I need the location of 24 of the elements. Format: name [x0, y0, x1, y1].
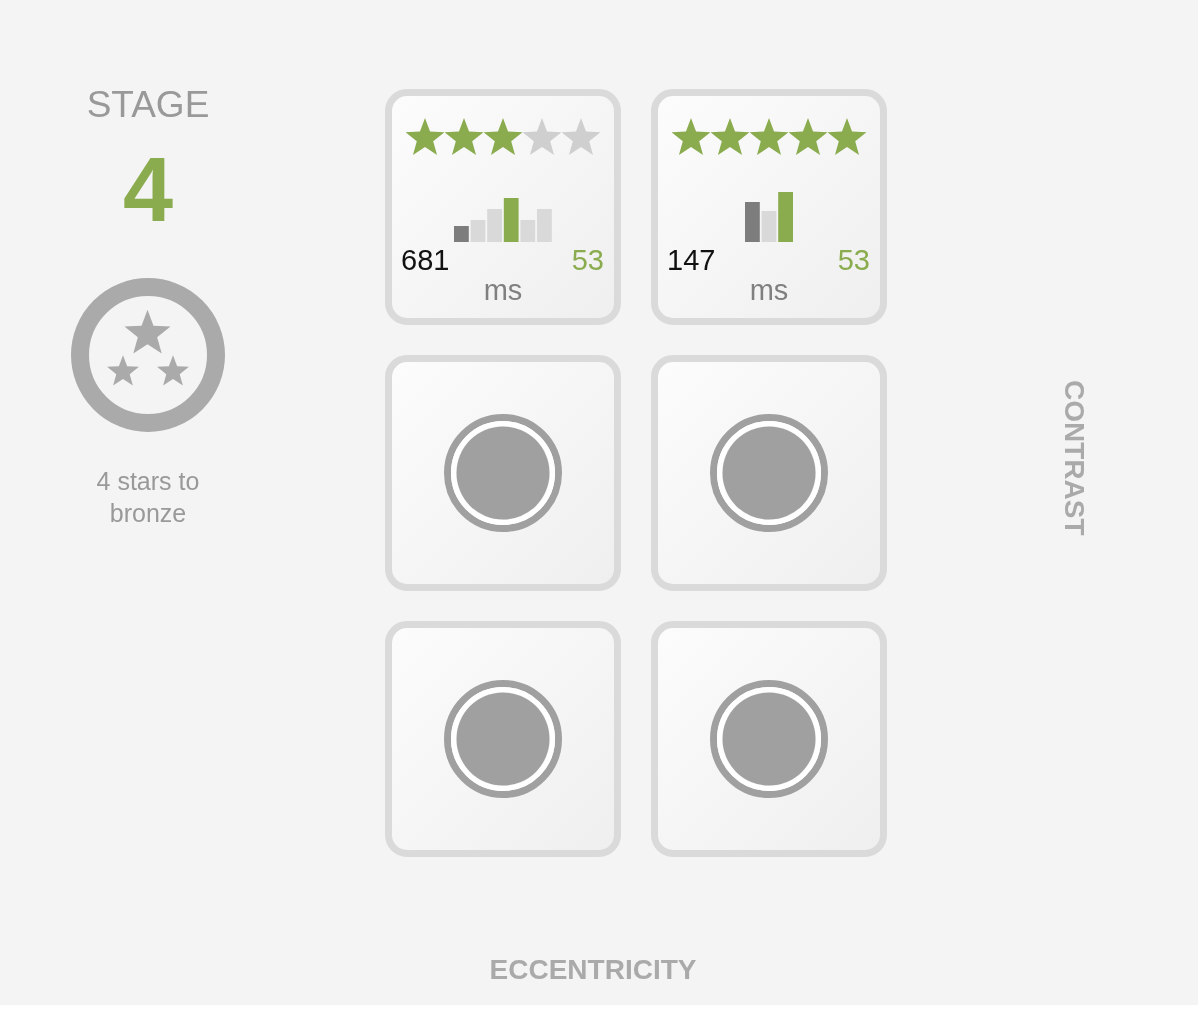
- target-circle-icon: [710, 414, 828, 532]
- pending-tile[interactable]: [385, 621, 621, 857]
- result-tile[interactable]: 147 53 ms: [651, 89, 887, 325]
- target-circle-icon: [710, 680, 828, 798]
- time-value: 147: [667, 245, 716, 276]
- score-value: 53: [571, 245, 604, 276]
- result-tile[interactable]: 681 53 ms: [385, 89, 621, 325]
- y-axis-label: CONTRAST: [1058, 380, 1090, 536]
- time-unit: ms: [749, 276, 789, 305]
- time-unit: ms: [483, 276, 523, 305]
- score-value: 53: [837, 245, 870, 276]
- pending-tile[interactable]: [385, 355, 621, 591]
- stage-label: STAGE: [86, 83, 210, 127]
- stars-badge-icon: [71, 278, 225, 432]
- stage-number: 4: [122, 145, 174, 235]
- histogram-bar: [454, 226, 469, 243]
- badge-caption: 4 stars to bronze: [95, 466, 201, 529]
- x-axis-label: ECCENTRICITY: [488, 954, 698, 986]
- pending-tile[interactable]: [651, 621, 887, 857]
- target-circle-icon: [444, 414, 562, 532]
- pending-tile[interactable]: [651, 355, 887, 591]
- histogram-bar: [745, 202, 760, 243]
- time-value: 681: [401, 245, 450, 276]
- target-circle-icon: [444, 680, 562, 798]
